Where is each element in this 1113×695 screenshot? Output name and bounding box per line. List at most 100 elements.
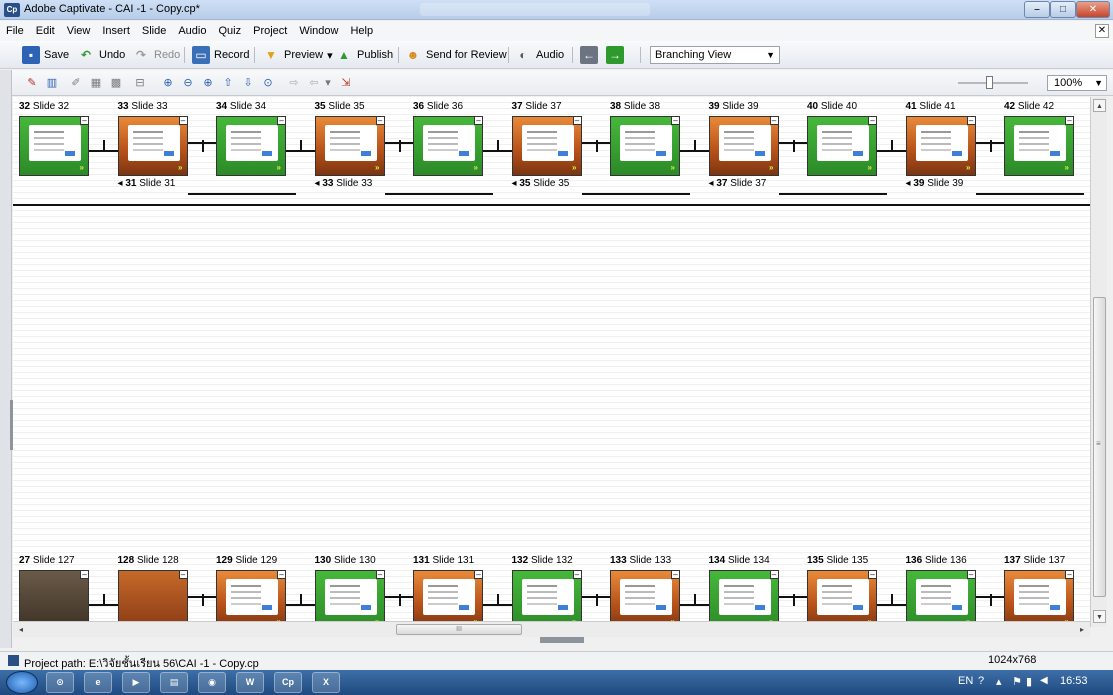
flag-icon[interactable]: ⚑: [1012, 675, 1022, 688]
collapse-icon[interactable]: ⊟: [132, 75, 148, 91]
vertical-scrollbar[interactable]: ▲ ≡ ▼: [1090, 97, 1107, 627]
save-button[interactable]: ▪ Save: [22, 45, 69, 65]
menu-window[interactable]: Window: [293, 21, 344, 41]
taskbar-app-explorer-icon[interactable]: ▤: [160, 672, 188, 693]
forward-icon[interactable]: ⇨: [286, 75, 302, 91]
send-for-review-button[interactable]: ☻ Send for Review: [404, 45, 507, 65]
collapse-toggle-icon[interactable]: –: [572, 570, 582, 579]
back-link[interactable]: ◂ 37 Slide 37: [709, 178, 767, 189]
branching-canvas[interactable]: 32 Slide 32» –33 Slide 33» – ◂ 31 Slide 31 3…: [13, 97, 1090, 627]
chevron-down-icon[interactable]: ▾: [327, 49, 333, 62]
collapse-toggle-icon[interactable]: –: [1065, 570, 1074, 579]
slide-thumbnail[interactable]: »–: [1004, 570, 1074, 627]
group-icon[interactable]: ▦: [88, 75, 104, 91]
slide-thumbnail[interactable]: »–: [216, 116, 286, 176]
tray-expand-icon[interactable]: ▴: [996, 675, 1002, 688]
collapse-toggle-icon[interactable]: –: [178, 116, 188, 125]
collapse-toggle-icon[interactable]: –: [277, 570, 286, 579]
taskbar-app-player-icon[interactable]: ▶: [122, 672, 150, 693]
menu-slide[interactable]: Slide: [136, 21, 172, 41]
zoom-slider[interactable]: [958, 82, 1028, 84]
volume-icon[interactable]: ◀: [1040, 675, 1048, 686]
taskbar-app-captivate-icon[interactable]: Cp: [274, 672, 302, 693]
zoom-in-icon[interactable]: ⊕: [160, 75, 176, 91]
slide-thumbnail[interactable]: »–: [19, 116, 89, 176]
back-link[interactable]: ◂ 39 Slide 39: [906, 178, 964, 189]
collapse-toggle-icon[interactable]: –: [769, 116, 779, 125]
slide-thumbnail[interactable]: »–: [1004, 116, 1074, 176]
slide-thumbnail[interactable]: –: [19, 570, 89, 627]
menu-quiz[interactable]: Quiz: [212, 21, 247, 41]
scroll-right-arrow-icon[interactable]: ▸: [1076, 624, 1088, 636]
taskbar-app-ie-icon[interactable]: e: [84, 672, 112, 693]
slide-thumbnail[interactable]: »–: [413, 570, 483, 627]
scroll-left-arrow-icon[interactable]: ◂: [15, 624, 27, 636]
back-link[interactable]: ◂ 33 Slide 33: [315, 178, 373, 189]
chevron-down-icon[interactable]: ▾: [320, 75, 336, 91]
collapse-toggle-icon[interactable]: –: [474, 570, 483, 579]
collapse-toggle-icon[interactable]: –: [375, 116, 385, 125]
menu-view[interactable]: View: [61, 21, 97, 41]
back-link[interactable]: ◂ 31 Slide 31: [118, 178, 176, 189]
slide-thumbnail[interactable]: »–: [511, 570, 582, 627]
move-up-icon[interactable]: ⇧: [220, 75, 236, 91]
collapse-toggle-icon[interactable]: –: [178, 570, 188, 579]
redo-button[interactable]: ↷ Redo: [132, 45, 180, 65]
taskbar-app-excel-icon[interactable]: X: [312, 672, 340, 693]
collapse-toggle-icon[interactable]: –: [277, 116, 286, 125]
scroll-down-arrow-icon[interactable]: ▼: [1093, 610, 1106, 623]
collapse-toggle-icon[interactable]: –: [769, 570, 779, 579]
menu-project[interactable]: Project: [247, 21, 293, 41]
collapse-toggle-icon[interactable]: –: [80, 570, 89, 579]
zoom-out-icon[interactable]: ⊖: [180, 75, 196, 91]
collapse-toggle-icon[interactable]: –: [671, 116, 680, 125]
collapse-toggle-icon[interactable]: –: [1065, 116, 1074, 125]
slide-thumbnail[interactable]: »–: [610, 116, 680, 176]
network-icon[interactable]: ▮: [1026, 675, 1032, 688]
slide-thumbnail[interactable]: »–: [413, 116, 483, 176]
slide-thumbnail[interactable]: »–: [708, 116, 779, 176]
audio-button[interactable]: ◐ Audio: [514, 45, 564, 65]
collapse-toggle-icon[interactable]: –: [868, 570, 877, 579]
slide-thumbnail[interactable]: »–: [807, 570, 877, 627]
publish-button[interactable]: ▲ Publish: [335, 45, 393, 65]
slide-thumbnail[interactable]: »–: [117, 116, 188, 176]
slide-thumbnail[interactable]: –: [117, 570, 188, 627]
slide-thumbnail[interactable]: »–: [610, 570, 680, 627]
slide-thumbnail[interactable]: »–: [905, 116, 976, 176]
horizontal-scrollbar[interactable]: ◂ III ▸: [13, 621, 1090, 637]
edit-slide-icon[interactable]: ✎: [24, 75, 40, 91]
collapse-toggle-icon[interactable]: –: [868, 116, 877, 125]
slide-thumbnail[interactable]: »–: [708, 570, 779, 627]
ungroup-icon[interactable]: ▩: [108, 75, 124, 91]
export-icon[interactable]: ⇲: [338, 75, 354, 91]
close-button[interactable]: ✕: [1076, 1, 1110, 18]
collapse-toggle-icon[interactable]: –: [80, 116, 89, 125]
back-link[interactable]: ◂ 35 Slide 35: [512, 178, 570, 189]
clock[interactable]: 16:53: [1060, 675, 1088, 687]
next-slide-button[interactable]: →: [606, 45, 624, 65]
chart-icon[interactable]: ▥: [44, 75, 60, 91]
zoom-fit-icon[interactable]: ⊕: [200, 75, 216, 91]
collapse-toggle-icon[interactable]: –: [474, 116, 483, 125]
collapse-toggle-icon[interactable]: –: [375, 570, 385, 579]
taskbar-app-chrome-icon[interactable]: ◉: [198, 672, 226, 693]
slide-thumbnail[interactable]: »–: [511, 116, 582, 176]
help-icon[interactable]: ?: [978, 675, 984, 687]
maximize-button[interactable]: □: [1050, 1, 1076, 18]
taskbar-app-word-icon[interactable]: W: [236, 672, 264, 693]
zoom-level-select[interactable]: 100% ▼: [1047, 75, 1107, 91]
language-indicator[interactable]: EN: [958, 675, 973, 687]
minimize-button[interactable]: –: [1024, 1, 1050, 18]
menu-file[interactable]: File: [0, 21, 30, 41]
collapse-toggle-icon[interactable]: –: [671, 570, 680, 579]
collapse-toggle-icon[interactable]: –: [572, 116, 582, 125]
document-close-button[interactable]: ✕: [1095, 24, 1109, 38]
slide-thumbnail[interactable]: »–: [216, 570, 286, 627]
horizontal-scroll-thumb[interactable]: III: [396, 624, 522, 635]
collapse-toggle-icon[interactable]: –: [966, 570, 976, 579]
preview-button[interactable]: ▼ Preview ▾: [262, 45, 333, 65]
slide-thumbnail[interactable]: »–: [314, 116, 385, 176]
menu-help[interactable]: Help: [344, 21, 379, 41]
menu-insert[interactable]: Insert: [96, 21, 136, 41]
